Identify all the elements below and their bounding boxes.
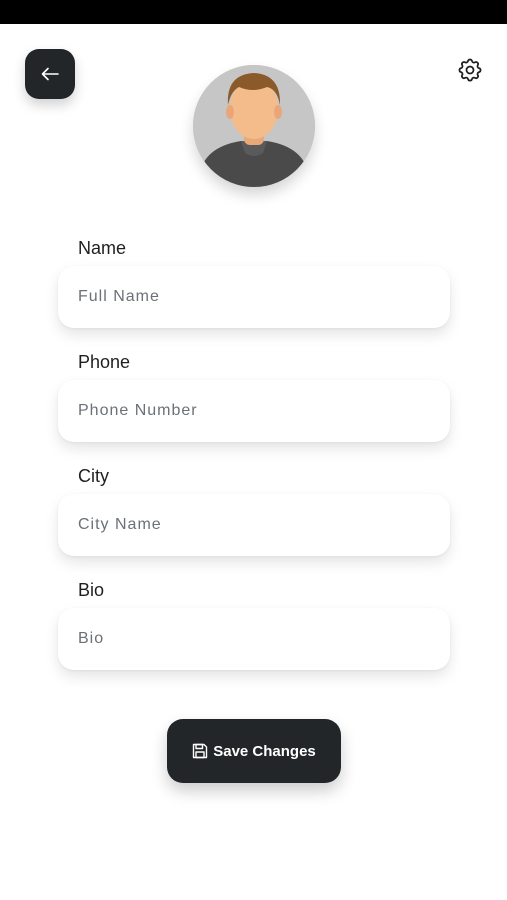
city-label: City — [78, 466, 109, 486]
user-avatar-icon — [193, 65, 315, 187]
gear-icon — [458, 58, 482, 82]
arrow-left-icon — [41, 67, 59, 81]
back-button[interactable] — [25, 49, 75, 99]
save-changes-label: Save Changes — [213, 742, 316, 760]
phone-input[interactable] — [58, 380, 450, 442]
city-input[interactable] — [58, 494, 450, 556]
bio-label: Bio — [78, 580, 105, 600]
save-changes-button[interactable]: Save Changes — [167, 719, 341, 783]
avatar[interactable] — [193, 65, 315, 187]
floppy-disk-icon — [193, 743, 208, 759]
settings-button[interactable] — [454, 54, 486, 86]
name-label: Name — [78, 238, 127, 258]
status-bar — [0, 0, 507, 24]
phone-label: Phone — [78, 352, 131, 372]
name-input[interactable] — [58, 266, 450, 328]
bio-input[interactable] — [58, 608, 450, 670]
